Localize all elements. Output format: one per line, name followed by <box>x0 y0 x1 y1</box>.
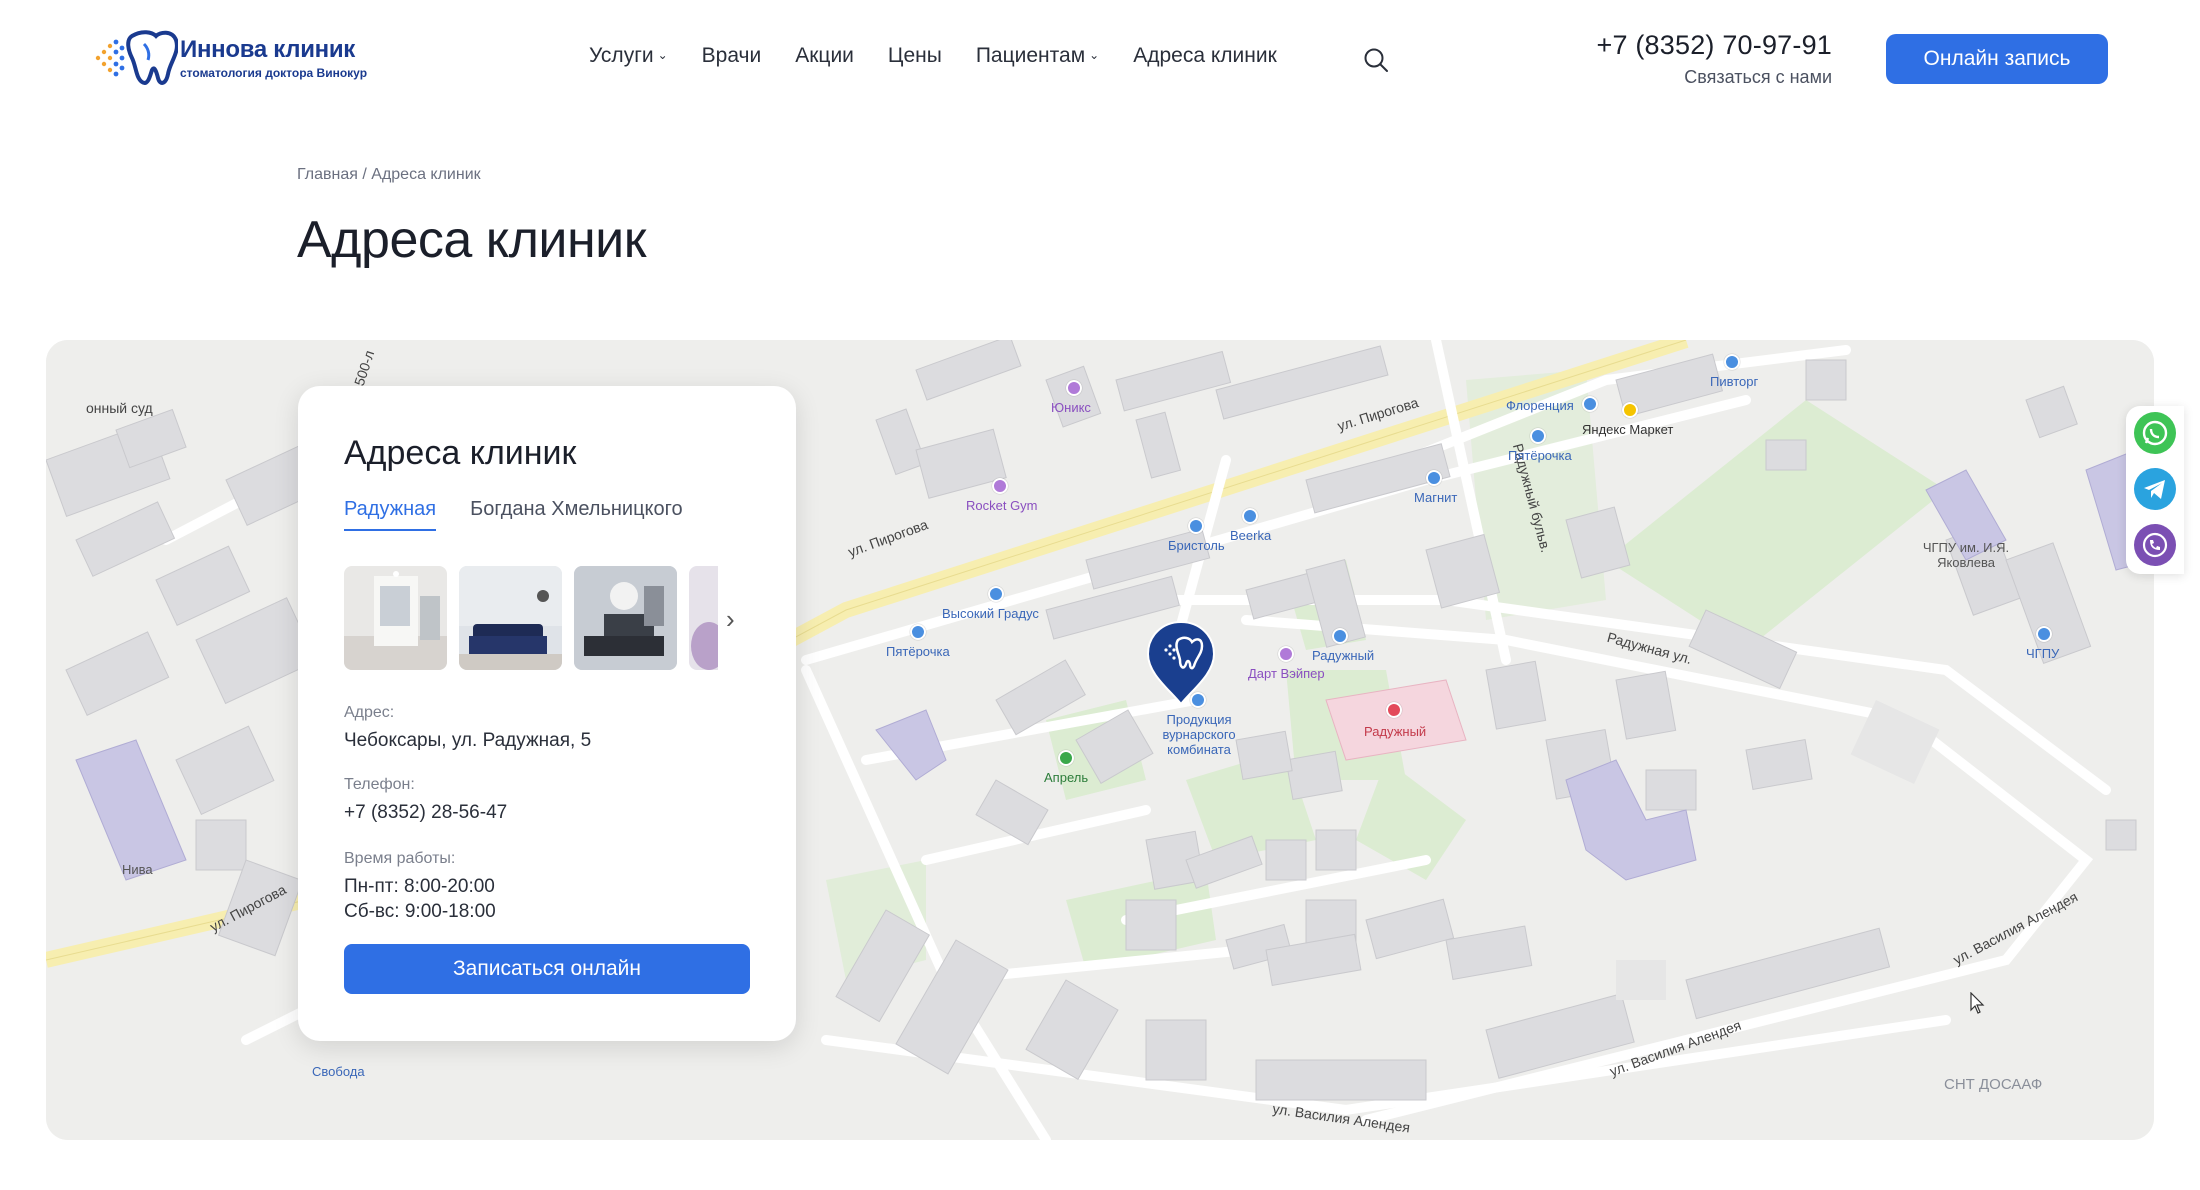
address-label: Адрес: <box>344 704 395 721</box>
nav-item-label: Адреса клиник <box>1133 44 1277 67</box>
logo[interactable]: Иннова клиник стоматология доктора Винок… <box>90 28 367 88</box>
map-label-court: онный суд <box>86 400 153 416</box>
map-poi-marker[interactable] <box>988 586 1004 602</box>
map-label-poi: Пятёрочка <box>1508 448 1572 463</box>
map-poi-marker[interactable] <box>1058 750 1074 766</box>
map-label-poi: Свобода <box>312 1064 365 1079</box>
map-label-poi: Пивторг <box>1710 374 1759 389</box>
page-title: Адреса клиник <box>297 211 646 269</box>
yandex-market-icon[interactable] <box>1622 402 1638 418</box>
card-title: Адреса клиник <box>344 434 577 472</box>
map-label-poi: Радужный <box>1364 724 1427 739</box>
map-poi-marker[interactable] <box>2036 626 2052 642</box>
clinic-photo[interactable] <box>344 566 447 670</box>
map-label-poi: Яндекс Маркет <box>1582 422 1674 437</box>
map-label-poi: ЧГПУ <box>2026 646 2060 661</box>
nav-item-services[interactable]: Услуги ⌄ <box>589 44 668 68</box>
phone-value[interactable]: +7 (8352) 28-56-47 <box>344 802 507 824</box>
clinic-pin-icon[interactable] <box>1146 620 1216 706</box>
whatsapp-icon[interactable] <box>2134 412 2176 454</box>
online-booking-button[interactable]: Онлайн запись <box>1886 34 2108 84</box>
map-label-area: СНТ ДОСААФ <box>1944 1076 2043 1093</box>
clinic-photo[interactable] <box>574 566 677 670</box>
map-poi-marker[interactable] <box>1066 380 1082 396</box>
nav-item-label: Цены <box>887 44 942 67</box>
viber-icon[interactable] <box>2134 524 2176 566</box>
map-label-poi: Продукция вурнарского комбината <box>1162 712 1236 757</box>
clinic-photo[interactable] <box>459 566 562 670</box>
address-value: Чебоксары, ул. Радужная, 5 <box>344 730 592 751</box>
messenger-widget <box>2126 406 2184 574</box>
book-online-button[interactable]: Записаться онлайн <box>344 944 750 994</box>
nav-item-label: Пациентам <box>975 44 1086 67</box>
clinic-tabs: Радужная Богдана Хмельницкого <box>344 498 717 531</box>
map-label-poi: Пятёрочка <box>886 644 950 659</box>
chevron-down-icon: ⌄ <box>657 48 668 62</box>
header-phone[interactable]: +7 (8352) 70-97-91 <box>1580 30 1832 61</box>
logo-subtitle: стоматология доктора Винокур <box>180 66 368 80</box>
breadcrumb: Главная / Адреса клиник <box>297 166 481 184</box>
phone-label: Телефон: <box>344 776 415 793</box>
map-poi-marker[interactable] <box>1426 470 1442 486</box>
nav-item-patients[interactable]: Пациентам ⌄ <box>976 44 1099 68</box>
logo-name: Иннова клиник <box>180 36 356 63</box>
nav-item-addresses[interactable]: Адреса клиник <box>1133 44 1277 68</box>
tab-bogdana-khmelnitskogo[interactable]: Богдана Хмельницкого <box>470 498 683 531</box>
map-label-poi: Бристоль <box>1168 538 1225 553</box>
map-label-poi: Дарт Вэйпер <box>1248 666 1325 681</box>
map-poi-marker[interactable] <box>1724 354 1740 370</box>
map-poi-marker[interactable] <box>1332 628 1348 644</box>
search-icon[interactable] <box>1362 46 1390 74</box>
map-label-poi: Радужный <box>1312 648 1375 663</box>
chevron-down-icon: ⌄ <box>1089 48 1100 62</box>
nav-item-doctors[interactable]: Врачи <box>702 44 762 68</box>
map-label-poi: Флоренция <box>1506 398 1574 413</box>
map-label-poi: Магнит <box>1414 490 1458 505</box>
main-nav: Услуги ⌄ Врачи Акции Цены Пациентам ⌄ Адре… <box>589 44 1311 68</box>
map-poi-marker[interactable] <box>1242 508 1258 524</box>
map-poi-marker[interactable] <box>1530 428 1546 444</box>
telegram-icon[interactable] <box>2134 468 2176 510</box>
map-label-poi: ЧГПУ им. И.Я. Яковлева <box>1922 540 2010 570</box>
nav-item-label: Услуги <box>589 44 654 67</box>
map-label-poi: Высокий Градус <box>942 606 1039 621</box>
hours-weekdays: Пн-пт: 8:00-20:00 <box>344 876 495 897</box>
mouse-cursor-icon <box>1970 991 1986 1016</box>
map-poi-marker[interactable] <box>910 624 926 640</box>
breadcrumb-current: Адреса клиник <box>371 166 481 183</box>
gallery-next-arrow-icon[interactable]: › <box>726 604 735 635</box>
nav-item-promotions[interactable]: Акции <box>795 44 854 68</box>
nav-item-label: Врачи <box>701 44 762 67</box>
map-label-poi: Апрель <box>1044 770 1089 785</box>
map-poi-marker[interactable] <box>1188 518 1204 534</box>
nav-item-label: Акции <box>795 44 854 67</box>
header-contacts: +7 (8352) 70-97-91 Связаться с нами <box>1580 30 1832 88</box>
tab-raduzhnaya[interactable]: Радужная <box>344 498 437 531</box>
contact-link[interactable]: Связаться с нами <box>1580 67 1832 88</box>
hours-label: Время работы: <box>344 850 456 867</box>
site-header: Иннова клиник стоматология доктора Винок… <box>0 0 2200 120</box>
tooth-logo-icon <box>90 28 179 88</box>
map-poi-marker[interactable] <box>1386 702 1402 718</box>
clinic-info-card: Адреса клиник Радужная Богдана Хмельницк… <box>298 386 796 1041</box>
breadcrumb-separator: / <box>362 166 367 183</box>
breadcrumb-home[interactable]: Главная <box>297 166 358 183</box>
map-label-poi: Нива <box>122 862 153 877</box>
nav-item-prices[interactable]: Цены <box>888 44 942 68</box>
map-label-poi: Rocket Gym <box>966 498 1038 513</box>
hours-weekend: Сб-вс: 9:00-18:00 <box>344 901 496 922</box>
map-poi-marker[interactable] <box>1278 646 1294 662</box>
clinic-photo-gallery <box>344 566 718 670</box>
clinic-photo[interactable] <box>689 566 718 670</box>
map-label-poi: Beerka <box>1230 528 1272 543</box>
map-poi-marker[interactable] <box>992 478 1008 494</box>
map-poi-marker[interactable] <box>1582 396 1598 412</box>
map-label-poi: Юникс <box>1051 400 1091 415</box>
